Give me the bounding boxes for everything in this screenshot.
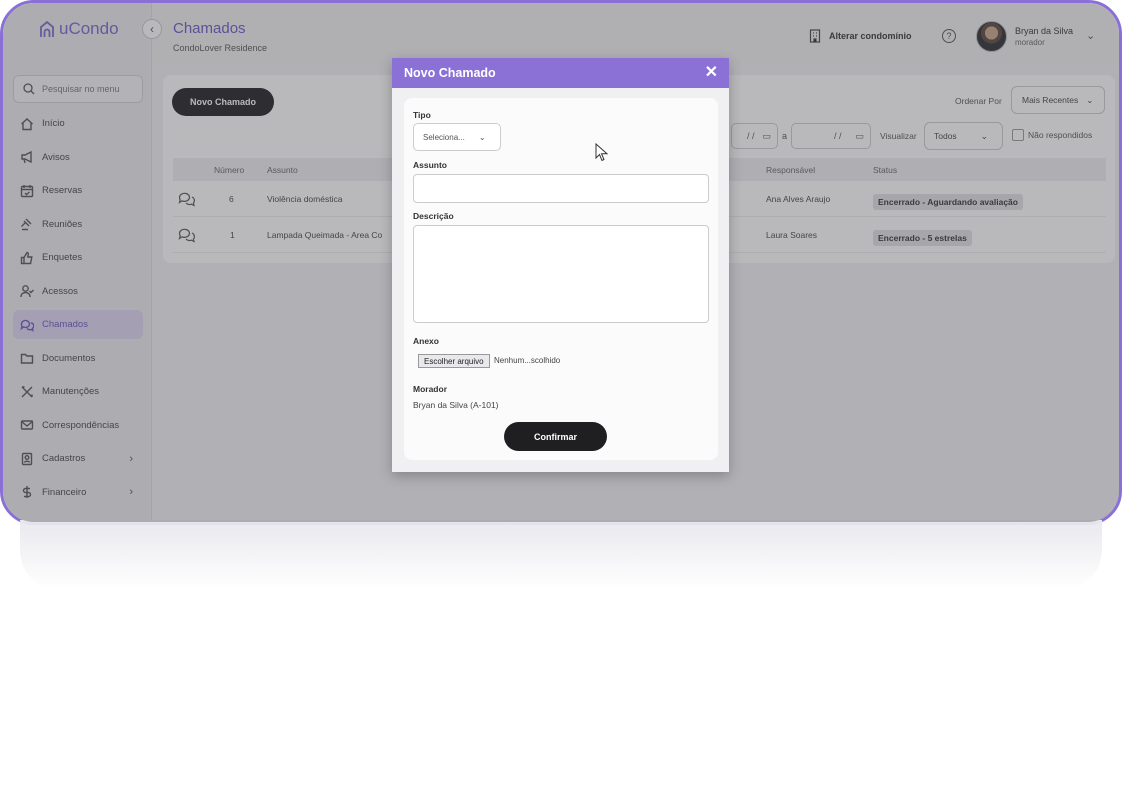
modal-title: Novo Chamado — [404, 66, 496, 80]
confirm-button[interactable]: Confirmar — [504, 422, 607, 451]
anexo-label: Anexo — [413, 336, 439, 346]
descricao-label: Descrição — [413, 211, 454, 221]
modal-form: Tipo Seleciona... ⌄ Assunto Descrição An… — [404, 98, 718, 460]
close-icon[interactable]: ✕ — [705, 65, 718, 81]
morador-value: Bryan da Silva (A-101) — [413, 400, 499, 410]
morador-label: Morador — [413, 384, 447, 394]
descricao-textarea[interactable] — [413, 225, 709, 323]
tipo-value: Seleciona... — [423, 132, 465, 142]
modal-header: Novo Chamado ✕ — [392, 58, 729, 88]
chevron-down-icon: ⌄ — [478, 132, 486, 142]
assunto-label: Assunto — [413, 160, 447, 170]
tipo-select[interactable]: Seleciona... ⌄ — [413, 123, 501, 151]
new-ticket-modal: Novo Chamado ✕ Tipo Seleciona... ⌄ Assun… — [392, 58, 729, 472]
file-name: Nenhum...scolhido — [494, 356, 561, 365]
assunto-input[interactable] — [413, 174, 709, 203]
cursor-icon — [595, 143, 609, 162]
choose-file-button[interactable]: Escolher arquivo — [418, 354, 490, 368]
frame-shadow — [20, 520, 1102, 590]
tipo-label: Tipo — [413, 110, 431, 120]
